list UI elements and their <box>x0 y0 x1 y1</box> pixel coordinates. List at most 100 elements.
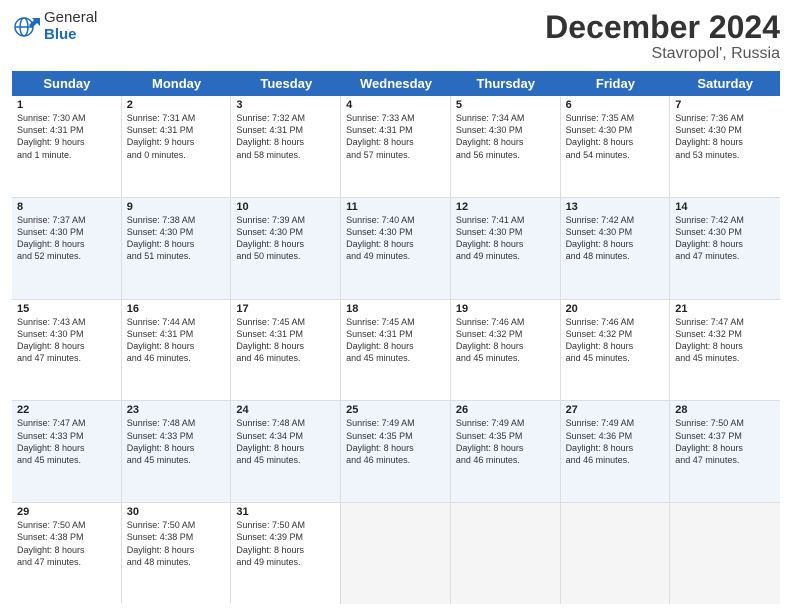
calendar-cell: 19Sunrise: 7:46 AM Sunset: 4:32 PM Dayli… <box>451 300 561 401</box>
day-info: Sunrise: 7:42 AM Sunset: 4:30 PM Dayligh… <box>566 214 665 263</box>
logo-text: General Blue <box>44 10 97 43</box>
day-info: Sunrise: 7:45 AM Sunset: 4:31 PM Dayligh… <box>236 316 335 365</box>
day-info: Sunrise: 7:49 AM Sunset: 4:35 PM Dayligh… <box>456 417 555 466</box>
day-number: 6 <box>566 99 665 111</box>
day-number: 20 <box>566 303 665 315</box>
calendar-cell: 31Sunrise: 7:50 AM Sunset: 4:39 PM Dayli… <box>231 503 341 604</box>
day-number: 22 <box>17 404 116 416</box>
day-info: Sunrise: 7:35 AM Sunset: 4:30 PM Dayligh… <box>566 112 665 161</box>
calendar-cell: 6Sunrise: 7:35 AM Sunset: 4:30 PM Daylig… <box>561 96 671 197</box>
day-info: Sunrise: 7:47 AM Sunset: 4:32 PM Dayligh… <box>675 316 775 365</box>
day-number: 14 <box>675 201 775 213</box>
calendar-cell: 29Sunrise: 7:50 AM Sunset: 4:38 PM Dayli… <box>12 503 122 604</box>
calendar-row: 15Sunrise: 7:43 AM Sunset: 4:30 PM Dayli… <box>12 300 780 402</box>
day-number: 5 <box>456 99 555 111</box>
calendar-cell: 15Sunrise: 7:43 AM Sunset: 4:30 PM Dayli… <box>12 300 122 401</box>
calendar-cell <box>561 503 671 604</box>
day-info: Sunrise: 7:33 AM Sunset: 4:31 PM Dayligh… <box>346 112 445 161</box>
calendar-cell: 13Sunrise: 7:42 AM Sunset: 4:30 PM Dayli… <box>561 198 671 299</box>
calendar-cell <box>670 503 780 604</box>
weekday-header: Friday <box>561 71 671 96</box>
day-info: Sunrise: 7:43 AM Sunset: 4:30 PM Dayligh… <box>17 316 116 365</box>
day-number: 9 <box>127 201 226 213</box>
calendar-cell: 24Sunrise: 7:48 AM Sunset: 4:34 PM Dayli… <box>231 401 341 502</box>
weekday-header: Thursday <box>451 71 561 96</box>
calendar-cell: 25Sunrise: 7:49 AM Sunset: 4:35 PM Dayli… <box>341 401 451 502</box>
day-number: 25 <box>346 404 445 416</box>
day-info: Sunrise: 7:50 AM Sunset: 4:39 PM Dayligh… <box>236 519 335 568</box>
day-info: Sunrise: 7:46 AM Sunset: 4:32 PM Dayligh… <box>456 316 555 365</box>
calendar-cell: 14Sunrise: 7:42 AM Sunset: 4:30 PM Dayli… <box>670 198 780 299</box>
day-number: 30 <box>127 506 226 518</box>
day-info: Sunrise: 7:47 AM Sunset: 4:33 PM Dayligh… <box>17 417 116 466</box>
day-number: 28 <box>675 404 775 416</box>
day-number: 17 <box>236 303 335 315</box>
calendar-cell: 3Sunrise: 7:32 AM Sunset: 4:31 PM Daylig… <box>231 96 341 197</box>
day-info: Sunrise: 7:50 AM Sunset: 4:37 PM Dayligh… <box>675 417 775 466</box>
calendar-row: 8Sunrise: 7:37 AM Sunset: 4:30 PM Daylig… <box>12 198 780 300</box>
day-info: Sunrise: 7:44 AM Sunset: 4:31 PM Dayligh… <box>127 316 226 365</box>
day-info: Sunrise: 7:50 AM Sunset: 4:38 PM Dayligh… <box>17 519 116 568</box>
day-number: 29 <box>17 506 116 518</box>
day-info: Sunrise: 7:49 AM Sunset: 4:35 PM Dayligh… <box>346 417 445 466</box>
day-info: Sunrise: 7:30 AM Sunset: 4:31 PM Dayligh… <box>17 112 116 161</box>
day-number: 24 <box>236 404 335 416</box>
day-number: 3 <box>236 99 335 111</box>
logo-general-text: General <box>44 10 97 27</box>
day-info: Sunrise: 7:36 AM Sunset: 4:30 PM Dayligh… <box>675 112 775 161</box>
day-number: 15 <box>17 303 116 315</box>
calendar-cell: 23Sunrise: 7:48 AM Sunset: 4:33 PM Dayli… <box>122 401 232 502</box>
day-info: Sunrise: 7:50 AM Sunset: 4:38 PM Dayligh… <box>127 519 226 568</box>
calendar-cell: 8Sunrise: 7:37 AM Sunset: 4:30 PM Daylig… <box>12 198 122 299</box>
calendar-row: 1Sunrise: 7:30 AM Sunset: 4:31 PM Daylig… <box>12 96 780 198</box>
day-info: Sunrise: 7:48 AM Sunset: 4:33 PM Dayligh… <box>127 417 226 466</box>
day-number: 4 <box>346 99 445 111</box>
calendar-cell: 9Sunrise: 7:38 AM Sunset: 4:30 PM Daylig… <box>122 198 232 299</box>
day-number: 8 <box>17 201 116 213</box>
day-number: 2 <box>127 99 226 111</box>
calendar-cell: 12Sunrise: 7:41 AM Sunset: 4:30 PM Dayli… <box>451 198 561 299</box>
weekday-header: Saturday <box>670 71 780 96</box>
calendar-cell: 30Sunrise: 7:50 AM Sunset: 4:38 PM Dayli… <box>122 503 232 604</box>
day-number: 10 <box>236 201 335 213</box>
day-number: 19 <box>456 303 555 315</box>
calendar-row: 22Sunrise: 7:47 AM Sunset: 4:33 PM Dayli… <box>12 401 780 503</box>
day-number: 7 <box>675 99 775 111</box>
calendar-body: 1Sunrise: 7:30 AM Sunset: 4:31 PM Daylig… <box>12 96 780 604</box>
day-number: 26 <box>456 404 555 416</box>
day-number: 13 <box>566 201 665 213</box>
day-number: 21 <box>675 303 775 315</box>
calendar-row: 29Sunrise: 7:50 AM Sunset: 4:38 PM Dayli… <box>12 503 780 604</box>
calendar-cell: 2Sunrise: 7:31 AM Sunset: 4:31 PM Daylig… <box>122 96 232 197</box>
calendar-cell: 28Sunrise: 7:50 AM Sunset: 4:37 PM Dayli… <box>670 401 780 502</box>
location-title: Stavropol', Russia <box>545 45 780 63</box>
calendar-header: SundayMondayTuesdayWednesdayThursdayFrid… <box>12 71 780 96</box>
day-info: Sunrise: 7:39 AM Sunset: 4:30 PM Dayligh… <box>236 214 335 263</box>
day-info: Sunrise: 7:45 AM Sunset: 4:31 PM Dayligh… <box>346 316 445 365</box>
day-number: 12 <box>456 201 555 213</box>
calendar-cell: 26Sunrise: 7:49 AM Sunset: 4:35 PM Dayli… <box>451 401 561 502</box>
logo: General Blue <box>12 10 97 43</box>
calendar-cell: 21Sunrise: 7:47 AM Sunset: 4:32 PM Dayli… <box>670 300 780 401</box>
day-info: Sunrise: 7:34 AM Sunset: 4:30 PM Dayligh… <box>456 112 555 161</box>
day-info: Sunrise: 7:41 AM Sunset: 4:30 PM Dayligh… <box>456 214 555 263</box>
calendar-cell: 22Sunrise: 7:47 AM Sunset: 4:33 PM Dayli… <box>12 401 122 502</box>
day-info: Sunrise: 7:46 AM Sunset: 4:32 PM Dayligh… <box>566 316 665 365</box>
calendar-cell: 5Sunrise: 7:34 AM Sunset: 4:30 PM Daylig… <box>451 96 561 197</box>
day-info: Sunrise: 7:49 AM Sunset: 4:36 PM Dayligh… <box>566 417 665 466</box>
day-number: 1 <box>17 99 116 111</box>
day-info: Sunrise: 7:48 AM Sunset: 4:34 PM Dayligh… <box>236 417 335 466</box>
weekday-header: Sunday <box>12 71 122 96</box>
weekday-header: Wednesday <box>341 71 451 96</box>
weekday-header: Tuesday <box>231 71 341 96</box>
day-info: Sunrise: 7:32 AM Sunset: 4:31 PM Dayligh… <box>236 112 335 161</box>
calendar-cell: 7Sunrise: 7:36 AM Sunset: 4:30 PM Daylig… <box>670 96 780 197</box>
calendar-cell: 27Sunrise: 7:49 AM Sunset: 4:36 PM Dayli… <box>561 401 671 502</box>
calendar-cell: 18Sunrise: 7:45 AM Sunset: 4:31 PM Dayli… <box>341 300 451 401</box>
day-number: 18 <box>346 303 445 315</box>
calendar-cell <box>451 503 561 604</box>
day-number: 16 <box>127 303 226 315</box>
calendar-cell: 10Sunrise: 7:39 AM Sunset: 4:30 PM Dayli… <box>231 198 341 299</box>
day-number: 11 <box>346 201 445 213</box>
calendar-cell: 1Sunrise: 7:30 AM Sunset: 4:31 PM Daylig… <box>12 96 122 197</box>
